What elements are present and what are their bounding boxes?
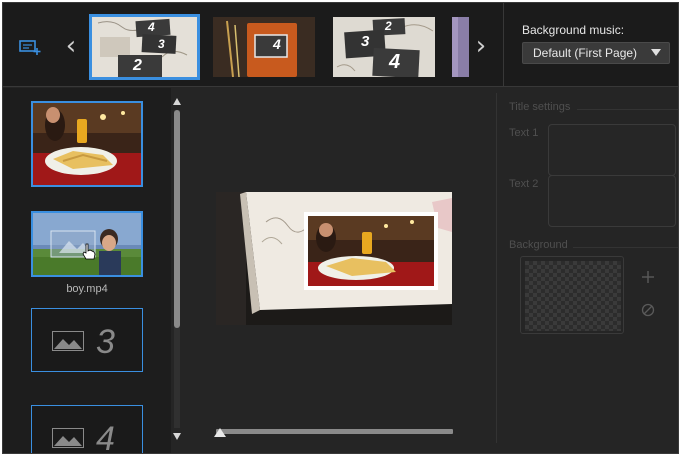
background-music-value: Default (First Page): [533, 46, 638, 60]
background-heading: Background: [509, 239, 568, 251]
page-preview[interactable]: [216, 192, 452, 325]
timeline-handle[interactable]: [214, 428, 226, 437]
thumbnail-slot-number: 2: [385, 19, 392, 33]
thumbnail-slot-number: 2: [133, 57, 142, 74]
section-rule: [577, 109, 678, 110]
media-slot-empty-4[interactable]: 4: [31, 405, 143, 454]
media-list-scrollbar[interactable]: [171, 88, 185, 453]
thumbnail-slot-number: 3: [361, 33, 370, 50]
text2-label: Text 2: [509, 178, 539, 190]
thumbnail-slot-number: 3: [158, 37, 165, 51]
thumbnail-slot-number: 4: [389, 51, 401, 73]
plus-icon[interactable]: [641, 270, 655, 284]
title-settings-heading: Title settings: [509, 101, 571, 113]
page-thumbnail-3[interactable]: 2 3 4: [333, 17, 435, 77]
slot-placeholder-number: 3: [96, 323, 115, 361]
scroll-down-arrow-icon[interactable]: [173, 433, 181, 440]
scroll-thumb[interactable]: [174, 110, 180, 328]
page-filmstrip: ‹ 4 3 2 4 2 3 4 › Background music: Defa…: [3, 3, 678, 87]
page-thumbnail-1[interactable]: 4 3 2: [89, 14, 200, 80]
thumbnail-slot-number: 4: [273, 36, 281, 52]
chevron-left-icon[interactable]: ‹: [63, 31, 79, 61]
add-layout-icon[interactable]: [19, 38, 41, 56]
settings-divider: [496, 93, 497, 443]
background-music-label: Background music:: [522, 23, 625, 37]
slot-placeholder-number: 4: [96, 420, 115, 454]
scroll-track[interactable]: [174, 110, 180, 428]
section-rule: [573, 247, 678, 248]
album-editor-window: ‹ 4 3 2 4 2 3 4 › Background music: Defa…: [2, 2, 679, 454]
text1-label: Text 1: [509, 127, 539, 139]
page-thumbnail-4[interactable]: [452, 17, 469, 77]
text1-input[interactable]: [548, 124, 676, 176]
media-slot-list: boy.mp4 3 4: [3, 88, 171, 454]
media-slot-empty-3[interactable]: 3: [31, 308, 143, 372]
text2-input[interactable]: [548, 175, 676, 227]
mountain-image-icon: [52, 331, 84, 354]
toolbar-divider: [503, 3, 504, 87]
page-thumbnail-2[interactable]: 4: [213, 17, 315, 77]
hand-cursor-icon: [81, 243, 97, 264]
background-swatch[interactable]: [520, 256, 624, 334]
background-music-select[interactable]: Default (First Page): [522, 42, 670, 64]
chevron-right-icon[interactable]: ›: [473, 31, 489, 61]
thumbnail-slot-number: 4: [148, 20, 155, 34]
timeline-slider[interactable]: [214, 428, 453, 438]
media-slot-video[interactable]: [31, 211, 143, 277]
video-file-name: boy.mp4: [66, 283, 108, 295]
timeline-track[interactable]: [216, 429, 453, 434]
none-icon[interactable]: [641, 303, 655, 317]
caret-down-icon: [651, 49, 661, 56]
scroll-up-arrow-icon[interactable]: [173, 98, 181, 105]
media-slot-photo[interactable]: [31, 101, 143, 187]
mountain-image-icon: [52, 428, 84, 451]
